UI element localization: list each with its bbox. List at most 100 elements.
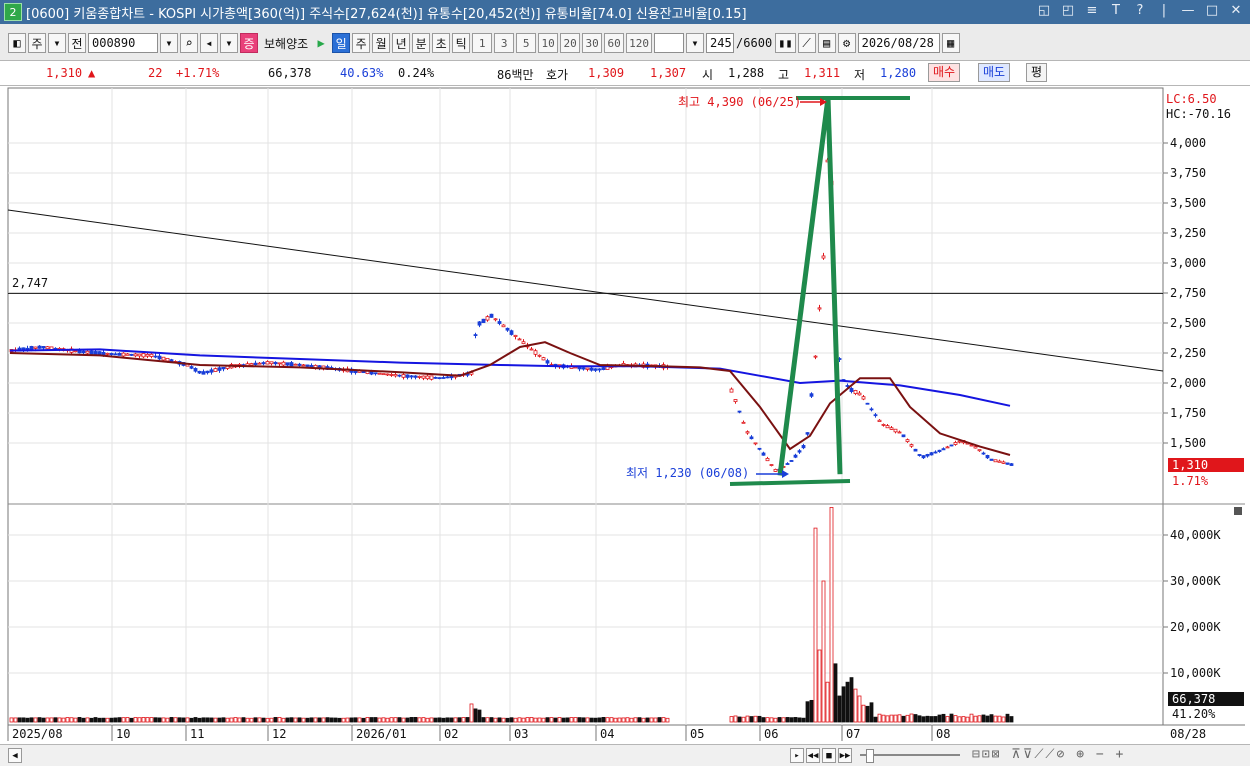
- tab-month[interactable]: 월: [372, 33, 391, 53]
- scroll-left-icon[interactable]: ◀: [8, 748, 22, 763]
- help-icon[interactable]: ?: [1132, 3, 1148, 18]
- font-size-icon[interactable]: T: [1108, 3, 1124, 18]
- market-badge: 증: [240, 33, 258, 53]
- close-icon[interactable]: ✕: [1228, 3, 1244, 18]
- gear-icon[interactable]: ⚙: [837, 33, 856, 53]
- interval-10[interactable]: 10: [538, 33, 559, 53]
- volume-bar: [649, 717, 654, 723]
- volume-bar: [745, 715, 750, 723]
- volume-bar: [133, 717, 138, 723]
- maximize-icon[interactable]: □: [1204, 3, 1220, 18]
- tab-second[interactable]: 초: [432, 33, 451, 53]
- candle-body: [925, 454, 930, 457]
- candle-body: [493, 318, 498, 321]
- volume-bar: [1005, 713, 1010, 723]
- interval-30[interactable]: 30: [582, 33, 603, 53]
- sell-button[interactable]: 매도: [978, 63, 1011, 82]
- save-icon[interactable]: ▤: [817, 33, 836, 53]
- candle-body: [769, 464, 774, 466]
- x-tick-label: 08: [936, 727, 950, 741]
- volume-bar: [781, 717, 786, 723]
- date-input[interactable]: 2026/08/28: [857, 33, 940, 53]
- custom-interval-input[interactable]: [654, 33, 685, 53]
- stock-code-input[interactable]: 000890: [88, 33, 158, 53]
- period-select[interactable]: 주: [28, 33, 46, 53]
- forward-icon[interactable]: ▶▶: [838, 748, 852, 763]
- x-tick-label: 02: [444, 727, 458, 741]
- interval-3[interactable]: 3: [494, 33, 515, 53]
- tab-year[interactable]: 년: [392, 33, 411, 53]
- candle-body: [789, 460, 794, 462]
- volume-bar: [245, 717, 250, 723]
- tab-day[interactable]: 일: [332, 33, 351, 53]
- chevron-down-icon[interactable]: ▾: [48, 33, 66, 53]
- candle-type-icon[interactable]: ▮▮: [775, 33, 796, 53]
- open-label: 시: [702, 68, 714, 82]
- volume-bar: [173, 717, 178, 723]
- volume-bar: [217, 717, 222, 723]
- tab-minute[interactable]: 분: [412, 33, 431, 53]
- volume-bar: [305, 717, 310, 723]
- volume-bar: [9, 717, 14, 723]
- buy-button[interactable]: 매수: [928, 63, 961, 82]
- tab-week[interactable]: 주: [352, 33, 371, 53]
- zoom-slider-track[interactable]: [860, 754, 960, 756]
- speaker-icon[interactable]: ◂: [200, 33, 218, 53]
- candle-body: [921, 455, 926, 459]
- stop-icon[interactable]: ■: [822, 748, 836, 763]
- candle-body: [753, 442, 758, 445]
- play-icon[interactable]: ▶: [312, 33, 330, 53]
- bottom-scrollbar[interactable]: ◀ ▸ ◀◀ ■ ▶▶ ⊟⊡⊠ ⊼⊽⟋⟋⊘ ⊕ − +: [0, 744, 1250, 766]
- chevron-down-icon[interactable]: ▾: [686, 33, 705, 53]
- interval-5[interactable]: 5: [516, 33, 537, 53]
- range-select[interactable]: 전: [68, 33, 86, 53]
- volume-bar: [777, 717, 782, 723]
- volume-bar: [385, 717, 390, 723]
- interval-120[interactable]: 120: [626, 33, 653, 53]
- line-type-icon[interactable]: ⟋: [797, 33, 816, 53]
- volume-bar: [853, 688, 858, 723]
- candle-body: [121, 352, 126, 357]
- restore-icon[interactable]: ◰: [1060, 3, 1076, 18]
- tab-tick[interactable]: 틱: [452, 33, 471, 53]
- candle-body: [149, 353, 154, 357]
- search-icon[interactable]: ⌕: [180, 33, 198, 53]
- average-button[interactable]: 평: [1026, 63, 1048, 82]
- chart-area[interactable]: 2025/08 10 11 12 2026/01 02 03 04 05 06 07 08 4,000 3…: [0, 86, 1250, 741]
- volume-bar: [373, 717, 378, 723]
- candle-body: [517, 338, 522, 341]
- pin-icon[interactable]: ≡: [1084, 3, 1100, 18]
- volume-bar: [357, 717, 362, 723]
- candle-body: [89, 350, 94, 355]
- price-volume-chart[interactable]: 2025/08 10 11 12 2026/01 02 03 04 05 06 07 08 4,000 3…: [0, 86, 1250, 741]
- candle-body: [137, 353, 142, 357]
- candle-body: [205, 370, 210, 374]
- chevron-down-icon[interactable]: ▾: [220, 33, 238, 53]
- price-tag-pct: 1.71%: [1172, 474, 1209, 488]
- layout-icon[interactable]: ◧: [8, 33, 26, 53]
- volume-bar: [577, 717, 582, 723]
- calendar-icon[interactable]: ▦: [941, 33, 960, 53]
- volume-bar: [157, 717, 162, 723]
- volume-bar: [421, 717, 426, 723]
- zoom-slider-handle[interactable]: [866, 749, 874, 763]
- display-count-input[interactable]: 245: [706, 33, 735, 53]
- candle-body: [473, 334, 478, 336]
- tile-icon[interactable]: ◱: [1036, 3, 1052, 18]
- volume-bar: [809, 699, 814, 723]
- play-left-icon[interactable]: ▸: [790, 748, 804, 763]
- drawing-tools[interactable]: ⊟⊡⊠ ⊼⊽⟋⟋⊘ ⊕ − +: [972, 747, 1125, 762]
- interval-1[interactable]: 1: [472, 33, 493, 53]
- volume-bar: [461, 717, 466, 723]
- candle-body: [849, 388, 854, 392]
- x-axis-end-label: 08/28: [1170, 727, 1206, 741]
- minimize-icon[interactable]: —: [1180, 3, 1196, 18]
- candle-body: [917, 454, 922, 456]
- rewind-icon[interactable]: ◀◀: [806, 748, 820, 763]
- volume-bar: [293, 717, 298, 723]
- interval-60[interactable]: 60: [604, 33, 625, 53]
- volume-bar: [109, 717, 114, 723]
- chevron-down-icon[interactable]: ▾: [160, 33, 178, 53]
- candle-body: [377, 372, 382, 375]
- interval-20[interactable]: 20: [560, 33, 581, 53]
